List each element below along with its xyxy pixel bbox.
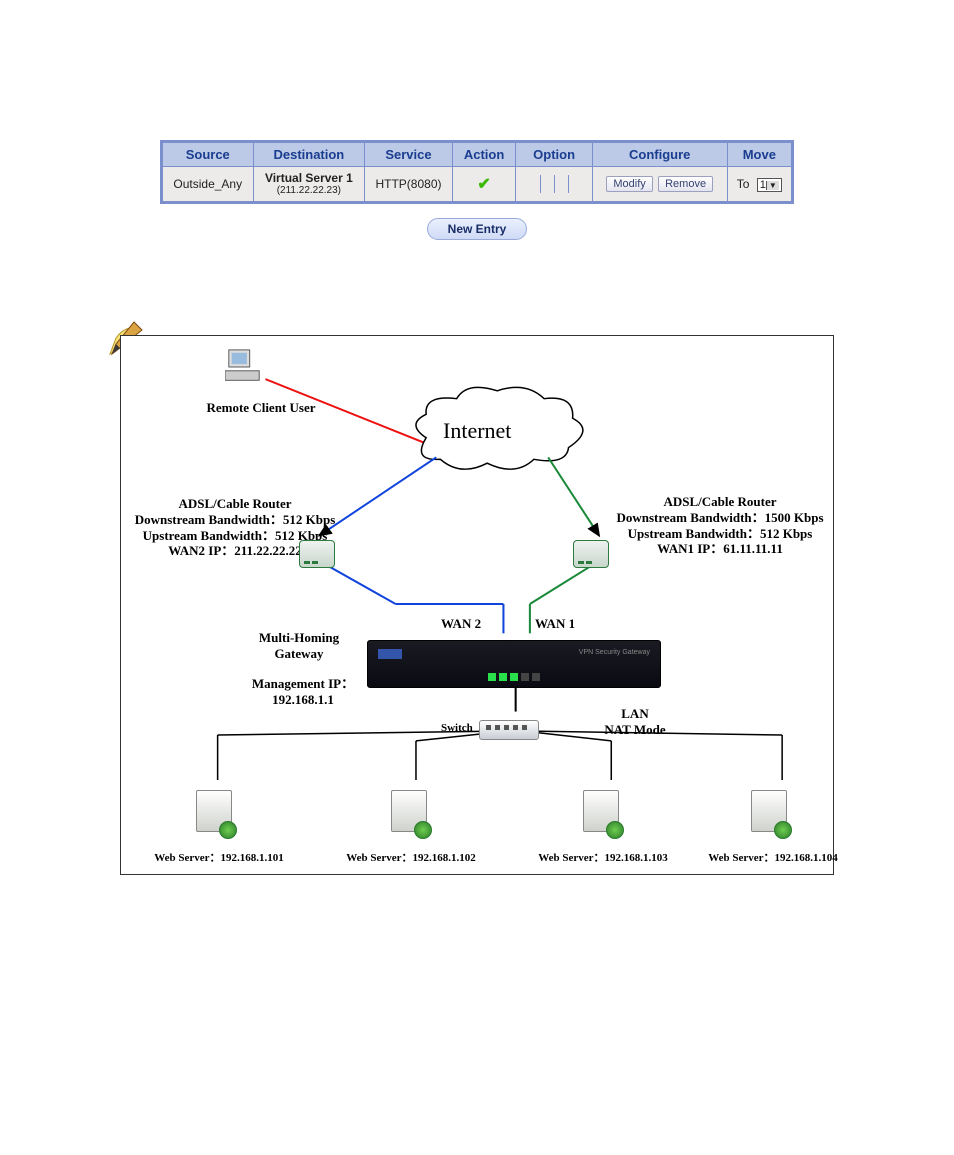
mhg-l2: Gateway	[239, 646, 359, 662]
internet-label: Internet	[443, 418, 511, 444]
wan1-down: Downstream Bandwidth：1500 Kbps	[601, 510, 839, 526]
move-label: To	[737, 177, 750, 191]
server-3-label: Web Server：192.168.1.103	[523, 852, 683, 865]
cell-service: HTTP(8080)	[365, 167, 453, 202]
col-move: Move	[727, 143, 791, 167]
mgmt-l2: 192.168.1.1	[233, 692, 373, 708]
wan1-router-label: ADSL/Cable Router	[601, 494, 839, 510]
router-wan1-icon	[573, 540, 609, 568]
remove-button[interactable]: Remove	[658, 176, 713, 192]
cell-source: Outside_Any	[163, 167, 254, 202]
col-source: Source	[163, 143, 254, 167]
server-2-icon	[391, 790, 431, 846]
dest-name: Virtual Server 1	[260, 171, 359, 185]
router-wan2-icon	[299, 540, 335, 568]
cell-action: ✔	[452, 167, 516, 202]
wan2-text: WAN 2	[441, 616, 481, 632]
wan1-text: WAN 1	[535, 616, 575, 632]
cell-option	[516, 167, 592, 202]
cell-destination: Virtual Server 1 (211.22.22.23)	[253, 167, 365, 202]
col-destination: Destination	[253, 143, 365, 167]
gateway-device-icon: VPN Security Gateway	[367, 640, 661, 688]
server-1-label: Web Server：192.168.1.101	[139, 852, 299, 865]
switch-icon	[479, 720, 539, 740]
new-entry-button[interactable]: New Entry	[427, 218, 527, 240]
policy-table: Source Destination Service Action Option…	[160, 140, 794, 204]
dest-ip: (211.22.22.23)	[260, 185, 359, 197]
switch-label: Switch	[441, 722, 473, 735]
server-4-label: Web Server：192.168.1.104	[693, 852, 853, 865]
network-diagram: Remote Client User Internet ADSL/Cable R…	[120, 335, 834, 875]
server-1-icon	[196, 790, 236, 846]
modify-button[interactable]: Modify	[606, 176, 652, 192]
col-option: Option	[516, 143, 592, 167]
cell-configure: Modify Remove	[592, 167, 727, 202]
col-service: Service	[365, 143, 453, 167]
wan1-ip: WAN1 IP：61.11.11.11	[601, 541, 839, 557]
mgmt-l1: Management IP：	[233, 676, 373, 692]
cell-move: To 1▼	[727, 167, 791, 202]
checkmark-icon: ✔	[477, 176, 490, 193]
server-4-icon	[751, 790, 791, 846]
server-3-icon	[583, 790, 623, 846]
lan-l2: NAT Mode	[585, 722, 685, 738]
wan2-down: Downstream Bandwidth：512 Kbps	[125, 512, 345, 528]
move-select[interactable]: 1▼	[757, 178, 782, 192]
mhg-l1: Multi-Homing	[239, 630, 359, 646]
col-configure: Configure	[592, 143, 727, 167]
remote-client-icon	[225, 348, 263, 388]
wan2-router-label: ADSL/Cable Router	[125, 496, 345, 512]
col-action: Action	[452, 143, 516, 167]
remote-user-label: Remote Client User	[191, 400, 331, 416]
wan1-up: Upstream Bandwidth：512 Kbps	[601, 526, 839, 542]
chevron-down-icon: ▼	[766, 181, 779, 190]
table-row: Outside_Any Virtual Server 1 (211.22.22.…	[163, 167, 792, 202]
lan-l1: LAN	[585, 706, 685, 722]
server-2-label: Web Server：192.168.1.102	[331, 852, 491, 865]
